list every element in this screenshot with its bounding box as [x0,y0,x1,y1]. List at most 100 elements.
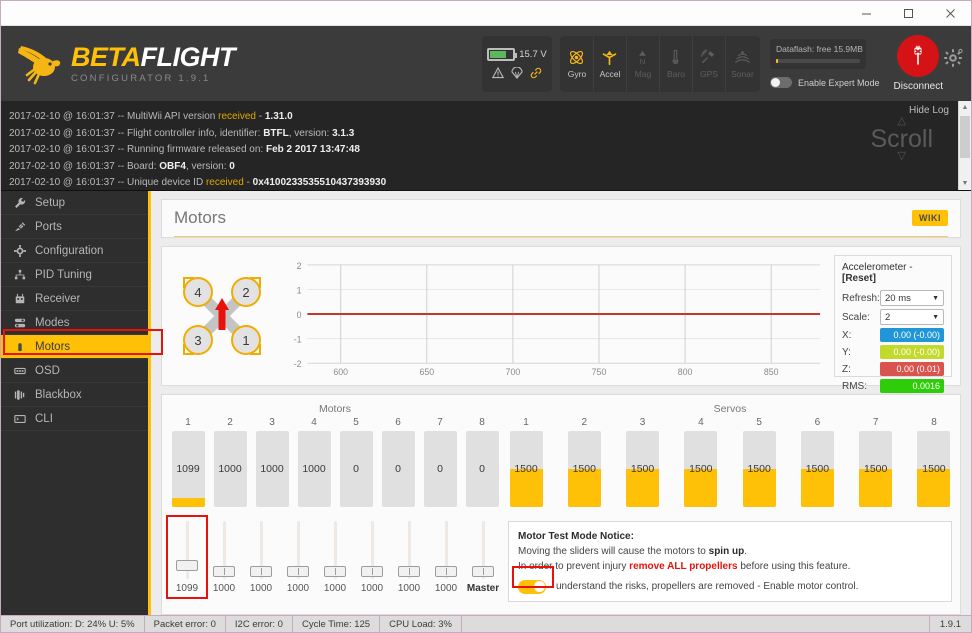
refresh-value: 20 ms [885,292,911,304]
motor-slider-item[interactable]: 1000 [429,521,463,594]
sidebar-item-setup[interactable]: Setup [1,191,148,215]
motor-slider-track[interactable] [170,521,204,579]
motor-bar: 0 [423,431,457,507]
expert-mode-toggle[interactable] [769,77,792,88]
scrollbar-down-button[interactable]: ▼ [959,177,971,190]
servo-bar: 1500 [859,431,893,507]
sidebar-item-modes[interactable]: Modes [1,311,148,335]
accelerometer-panel: 4 2 3 1 2 1 0 -1 -2 600 650 700 750 800 … [161,246,961,393]
motor-slider-label: 1000 [212,583,236,594]
usb-disconnect-icon [914,45,922,65]
motor-slider-handle[interactable] [287,566,309,578]
disconnect-group[interactable]: Disconnect [894,35,943,92]
expert-mode-row[interactable]: Enable Expert Mode [769,77,880,88]
motor-slider-item[interactable]: 1000 [318,521,352,594]
gear-icon[interactable] [943,48,963,68]
motor-slider-track[interactable] [244,521,278,579]
chevron-down-icon: ▼ [932,313,939,321]
gps-icon [701,48,715,63]
sensor-mag: N Mag [627,35,660,92]
motor-slider-track[interactable] [429,521,463,579]
motor-slider-track[interactable] [392,521,426,579]
enable-motor-control-toggle[interactable] [518,579,546,594]
sensor-accel: Accel [594,35,627,92]
sidebar-item-osd[interactable]: OSD [1,359,148,383]
log-scrollbar[interactable]: ▲ ▼ [958,101,971,190]
log-text: Running firmware released on: [127,144,266,155]
log-timestamp: 2017-02-10 @ 16:01:37 [9,177,115,188]
master-slider-item[interactable]: Master [466,521,500,594]
close-button[interactable] [929,1,971,25]
scrollbar-thumb[interactable] [960,116,970,158]
motor-slider-handle[interactable] [176,560,198,572]
scroll-overlay[interactable]: △ Scroll ▽ [870,116,933,162]
motor-slider-handle[interactable] [361,566,383,578]
sidebar-item-blackbox[interactable]: Blackbox [1,383,148,407]
log-line: 2017-02-10 @ 16:01:37 -- Unique device I… [9,175,963,190]
accelerometer-title-text: Accelerometer - [842,262,913,273]
motor-slider-track[interactable] [281,521,315,579]
motor-slider-item[interactable]: 1000 [244,521,278,594]
servo-index: 3 [639,417,646,428]
motor-value: 1000 [218,463,242,475]
servo-bar: 1500 [684,431,718,507]
dataflash-progress [775,59,860,63]
motor-slider-handle[interactable] [435,566,457,578]
page-header-panel: Motors WIKI [161,199,961,238]
log-value: Feb 2 2017 13:47:48 [265,144,360,155]
sidebar-item-configuration[interactable]: Configuration [1,239,148,263]
scrollbar-up-button[interactable]: ▲ [959,101,971,114]
master-slider-track[interactable] [466,521,500,579]
battery-icon [487,48,518,61]
accel-x-row: X: 0.00 (-0.00) [842,328,944,342]
motor-slider-handle[interactable] [324,566,346,578]
disconnect-button[interactable] [897,35,940,77]
log-tail: - [243,177,253,188]
refresh-select[interactable]: 20 ms ▼ [880,290,944,306]
log-text2: , version: [288,127,333,139]
sidebar-item-ports[interactable]: Ports [1,215,148,239]
maximize-button[interactable] [887,1,929,25]
sidebar-item-cli[interactable]: CLI [1,407,148,431]
motor-slider-handle[interactable] [398,566,420,578]
accel-y-row: Y: 0.00 (-0.00) [842,345,944,359]
log-lines: 2017-02-10 @ 16:01:37 -- MultiWii API ve… [1,101,971,190]
motor-slider-handle[interactable] [250,566,272,578]
sidebar-item-motors[interactable]: Motors [1,335,148,359]
master-slider-handle[interactable] [472,566,494,578]
motor-slider-track[interactable] [207,521,241,579]
hide-log-link[interactable]: Hide Log [909,105,949,116]
enable-motor-control-row[interactable]: understand the risks, propellers are rem… [518,579,942,594]
motor-slider-item[interactable]: 1000 [207,521,241,594]
sidebar-item-label: Ports [35,220,62,233]
minimize-button[interactable] [845,1,887,25]
motor-slider-handle[interactable] [213,566,235,578]
accelerometer-title: Accelerometer - [Reset] [842,262,944,284]
log-text: Unique device ID [127,177,206,188]
motor-bar-item: 3 1000 [254,417,290,507]
wiki-button[interactable]: WIKI [912,210,948,226]
scale-select[interactable]: 2 ▼ [880,309,944,325]
motor-slider-item[interactable]: 1000 [281,521,315,594]
sidebar-item-receiver[interactable]: Receiver [1,287,148,311]
scale-label: Scale: [842,311,870,323]
motor-slider-item[interactable]: 1099 [166,515,208,599]
motor-icon [13,341,27,353]
accelerometer-reset-link[interactable]: [Reset] [842,273,876,284]
motor-slider-item[interactable]: 1000 [355,521,389,594]
title-bar [1,1,971,26]
motor-slider-track[interactable] [318,521,352,579]
motor-slider-track[interactable] [355,521,389,579]
sidebar-item-label: Blackbox [35,388,82,401]
servo-bar-item: 7 1500 [858,417,894,507]
servo-index: 1 [523,417,529,428]
svg-text:4: 4 [194,285,201,300]
sidebar-item-pid-tuning[interactable]: PID Tuning [1,263,148,287]
motor-value: 1099 [176,463,200,475]
sonar-icon [734,50,751,63]
sensor-baro: Baro [660,35,693,92]
motor-slider-item[interactable]: 1000 [392,521,426,594]
expert-mode-label: Enable Expert Mode [797,77,880,88]
notice-line2-a: In order to prevent injury [518,561,630,572]
motor-bar-item: 5 0 [338,417,374,507]
